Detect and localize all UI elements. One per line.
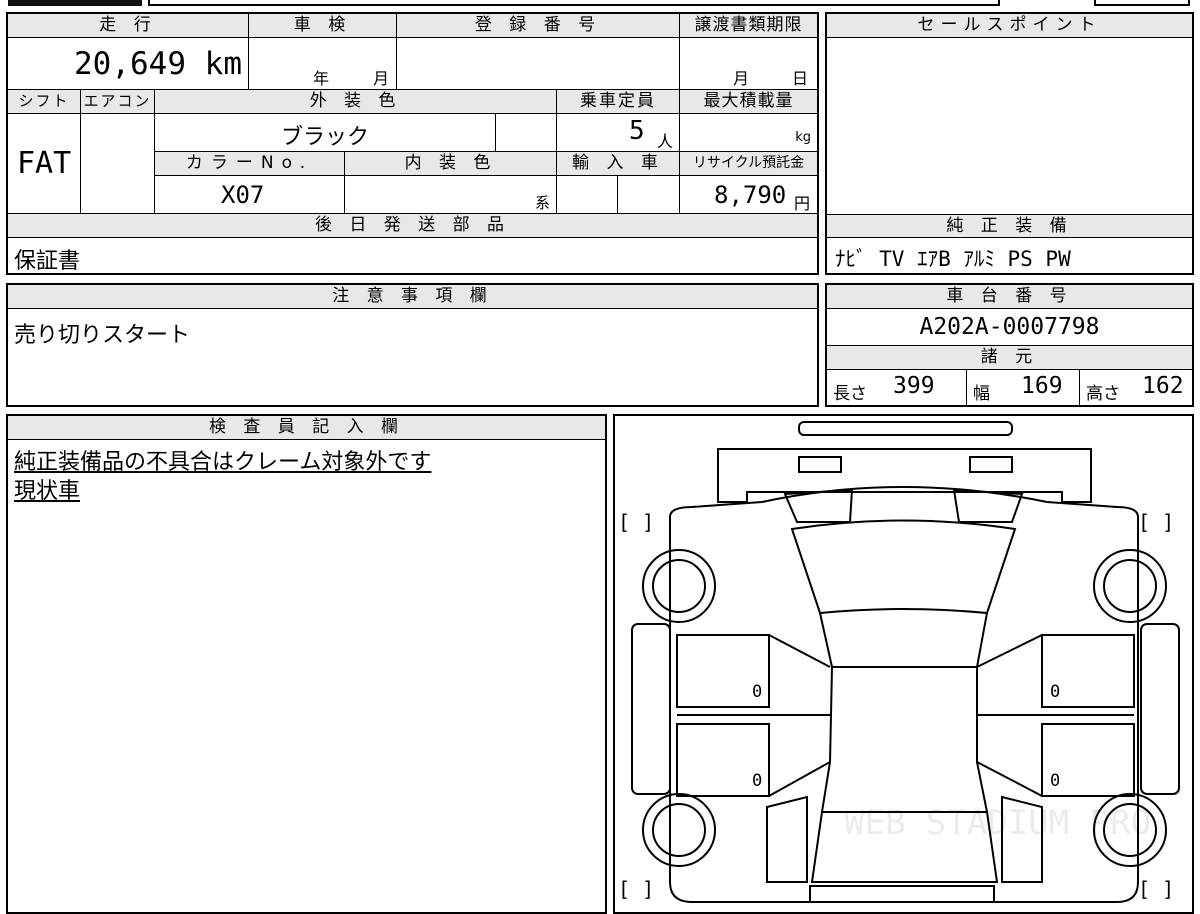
recycle-header: リサイクル預託金: [680, 152, 817, 176]
spec-height-label: 高さ: [1086, 384, 1120, 404]
windshield: [790, 519, 1017, 615]
color-no-header: カラーNo.: [155, 152, 345, 176]
quarter-left: [766, 795, 808, 883]
mark-front-left: 0: [752, 682, 762, 702]
equipment-header: 純 正 装 備: [827, 214, 1192, 238]
wheel-front-left-inner: [652, 559, 706, 613]
equipment-value: ﾅﾋﾞ TV ｴｱB ｱﾙﾐ PS PW: [835, 247, 1071, 271]
spec-length-label: 長さ: [833, 384, 867, 404]
max-load-header: 最大積載量: [680, 90, 817, 114]
transfer-header: 譲渡書類期限: [680, 14, 817, 38]
chassis-header: 車 台 番 号: [827, 285, 1192, 309]
notes-header: 注 意 事 項 欄: [8, 285, 817, 309]
car-diagram-box: [ ] [ ] [ ] [ ] 0 0 0 0 WEB STADIUM PRO: [613, 414, 1194, 914]
capacity-unit: 人: [657, 132, 674, 151]
capacity-value: 5: [629, 116, 645, 146]
int-color-cell: 系: [345, 176, 557, 214]
int-color-suffix: 系: [534, 194, 550, 212]
shift-header: シフト: [8, 90, 81, 114]
front-bumper-bar: [798, 421, 1013, 436]
specs-header: 諸 元: [827, 346, 1192, 370]
chassis-value: A202A-0007798: [919, 314, 1100, 340]
top-strip-right: [1094, 0, 1190, 6]
bracket-bl: [ ]: [618, 877, 654, 901]
spec-width-cell: 幅 169: [967, 370, 1080, 405]
inspector-box: 検 査 員 記 入 欄 純正装備品の不具合はクレーム対象外です 現状車: [6, 414, 607, 914]
top-strip: [0, 0, 1200, 6]
shaken-month: 月: [373, 69, 390, 88]
cabin-upper: [819, 612, 988, 668]
later-parts-value: 保証書: [14, 249, 81, 274]
color-no-value: X07: [221, 181, 265, 209]
import-cell-b: [618, 176, 680, 214]
recycle-value: 8,790: [714, 181, 787, 209]
inspector-header: 検 査 員 記 入 欄: [8, 416, 605, 440]
transfer-cell: 月 日: [680, 38, 817, 90]
chassis-box: 車 台 番 号 A202A-0007798 諸 元 長さ 399 幅 169 高…: [825, 283, 1194, 407]
registration-header: 登 録 番 号: [397, 14, 680, 38]
mileage-cell: 20,649 km: [8, 38, 249, 90]
sales-point-header: セールスポイント: [827, 14, 1192, 38]
mileage-header: 走 行: [8, 14, 249, 38]
transfer-month: 月: [733, 69, 750, 88]
capacity-header: 乗車定員: [557, 90, 680, 114]
aircon-cell: [81, 114, 155, 214]
shift-cell: FAT: [8, 114, 81, 214]
max-load-cell: kg: [680, 114, 817, 152]
import-header: 輸 入 車: [557, 152, 680, 176]
notes-value: 売り切りスタート: [14, 323, 191, 348]
watermark: WEB STADIUM PRO: [844, 803, 1151, 843]
shaken-cell: 年 月: [249, 38, 397, 90]
ext-color-cell: ブラック: [155, 114, 496, 152]
wheel-rear-left-inner: [652, 803, 706, 857]
vehicle-info-grid: 走 行 車 検 登 録 番 号 譲渡書類期限 20,649 km 年 月 月 日…: [6, 12, 819, 275]
recycle-cell: 8,790 円: [680, 176, 817, 214]
spec-height-value: 162: [1142, 373, 1184, 399]
color-no-cell: X07: [155, 176, 345, 214]
int-color-header: 内 装 色: [345, 152, 557, 176]
top-strip-line: [148, 0, 1000, 6]
later-parts-header: 後 日 発 送 部 品: [8, 214, 817, 238]
mark-front-right: 0: [1050, 682, 1060, 702]
max-load-unit: kg: [795, 130, 811, 145]
wheel-front-right-inner: [1103, 559, 1157, 613]
aircon-header: エアコン: [81, 90, 155, 114]
sales-point-box: セールスポイント 純 正 装 備 ﾅﾋﾞ TV ｴｱB ｱﾙﾐ PS PW: [825, 12, 1194, 275]
car-diagram: [ ] [ ] [ ] [ ] 0 0 0 0 WEB STADIUM PRO: [618, 421, 1180, 903]
spec-length-cell: 長さ 399: [827, 370, 967, 405]
spec-width-value: 169: [1021, 373, 1063, 399]
transfer-day: 日: [792, 69, 809, 88]
bracket-tr: [ ]: [1138, 510, 1174, 534]
recycle-unit: 円: [794, 194, 811, 213]
notes-box: 注 意 事 項 欄 売り切りスタート: [6, 283, 819, 407]
bracket-br: [ ]: [1138, 877, 1174, 901]
spec-length-value: 399: [893, 373, 935, 399]
mileage-value: 20,649 km: [74, 46, 242, 82]
ext-color-header: 外 装 色: [155, 90, 557, 114]
top-dark-tab: [8, 0, 142, 6]
chassis-cell: A202A-0007798: [827, 309, 1192, 346]
front-hood: [717, 448, 1092, 503]
skirt-left: [631, 623, 671, 795]
inspector-line-2: 現状車: [14, 479, 81, 504]
skirt-right: [1140, 623, 1180, 795]
ext-color-value: ブラック: [281, 125, 370, 150]
mark-rear-left: 0: [752, 771, 762, 791]
spec-height-cell: 高さ 162: [1080, 370, 1192, 405]
bracket-tl: [ ]: [618, 510, 654, 534]
spec-width-label: 幅: [973, 384, 990, 404]
mark-rear-right: 0: [1050, 771, 1060, 791]
shaken-year: 年: [313, 69, 330, 88]
ext-color-code-cell: [496, 114, 557, 152]
front-lamp-left: [798, 456, 842, 473]
shift-value: FAT: [17, 146, 72, 181]
cabin-center: [820, 666, 989, 813]
import-cell-a: [557, 176, 618, 214]
registration-cell: [397, 38, 680, 90]
inspector-line-1: 純正装備品の不具合はクレーム対象外です: [14, 450, 432, 475]
capacity-cell: 5 人: [557, 114, 680, 152]
shaken-header: 車 検: [249, 14, 397, 38]
front-lamp-right: [969, 456, 1013, 473]
